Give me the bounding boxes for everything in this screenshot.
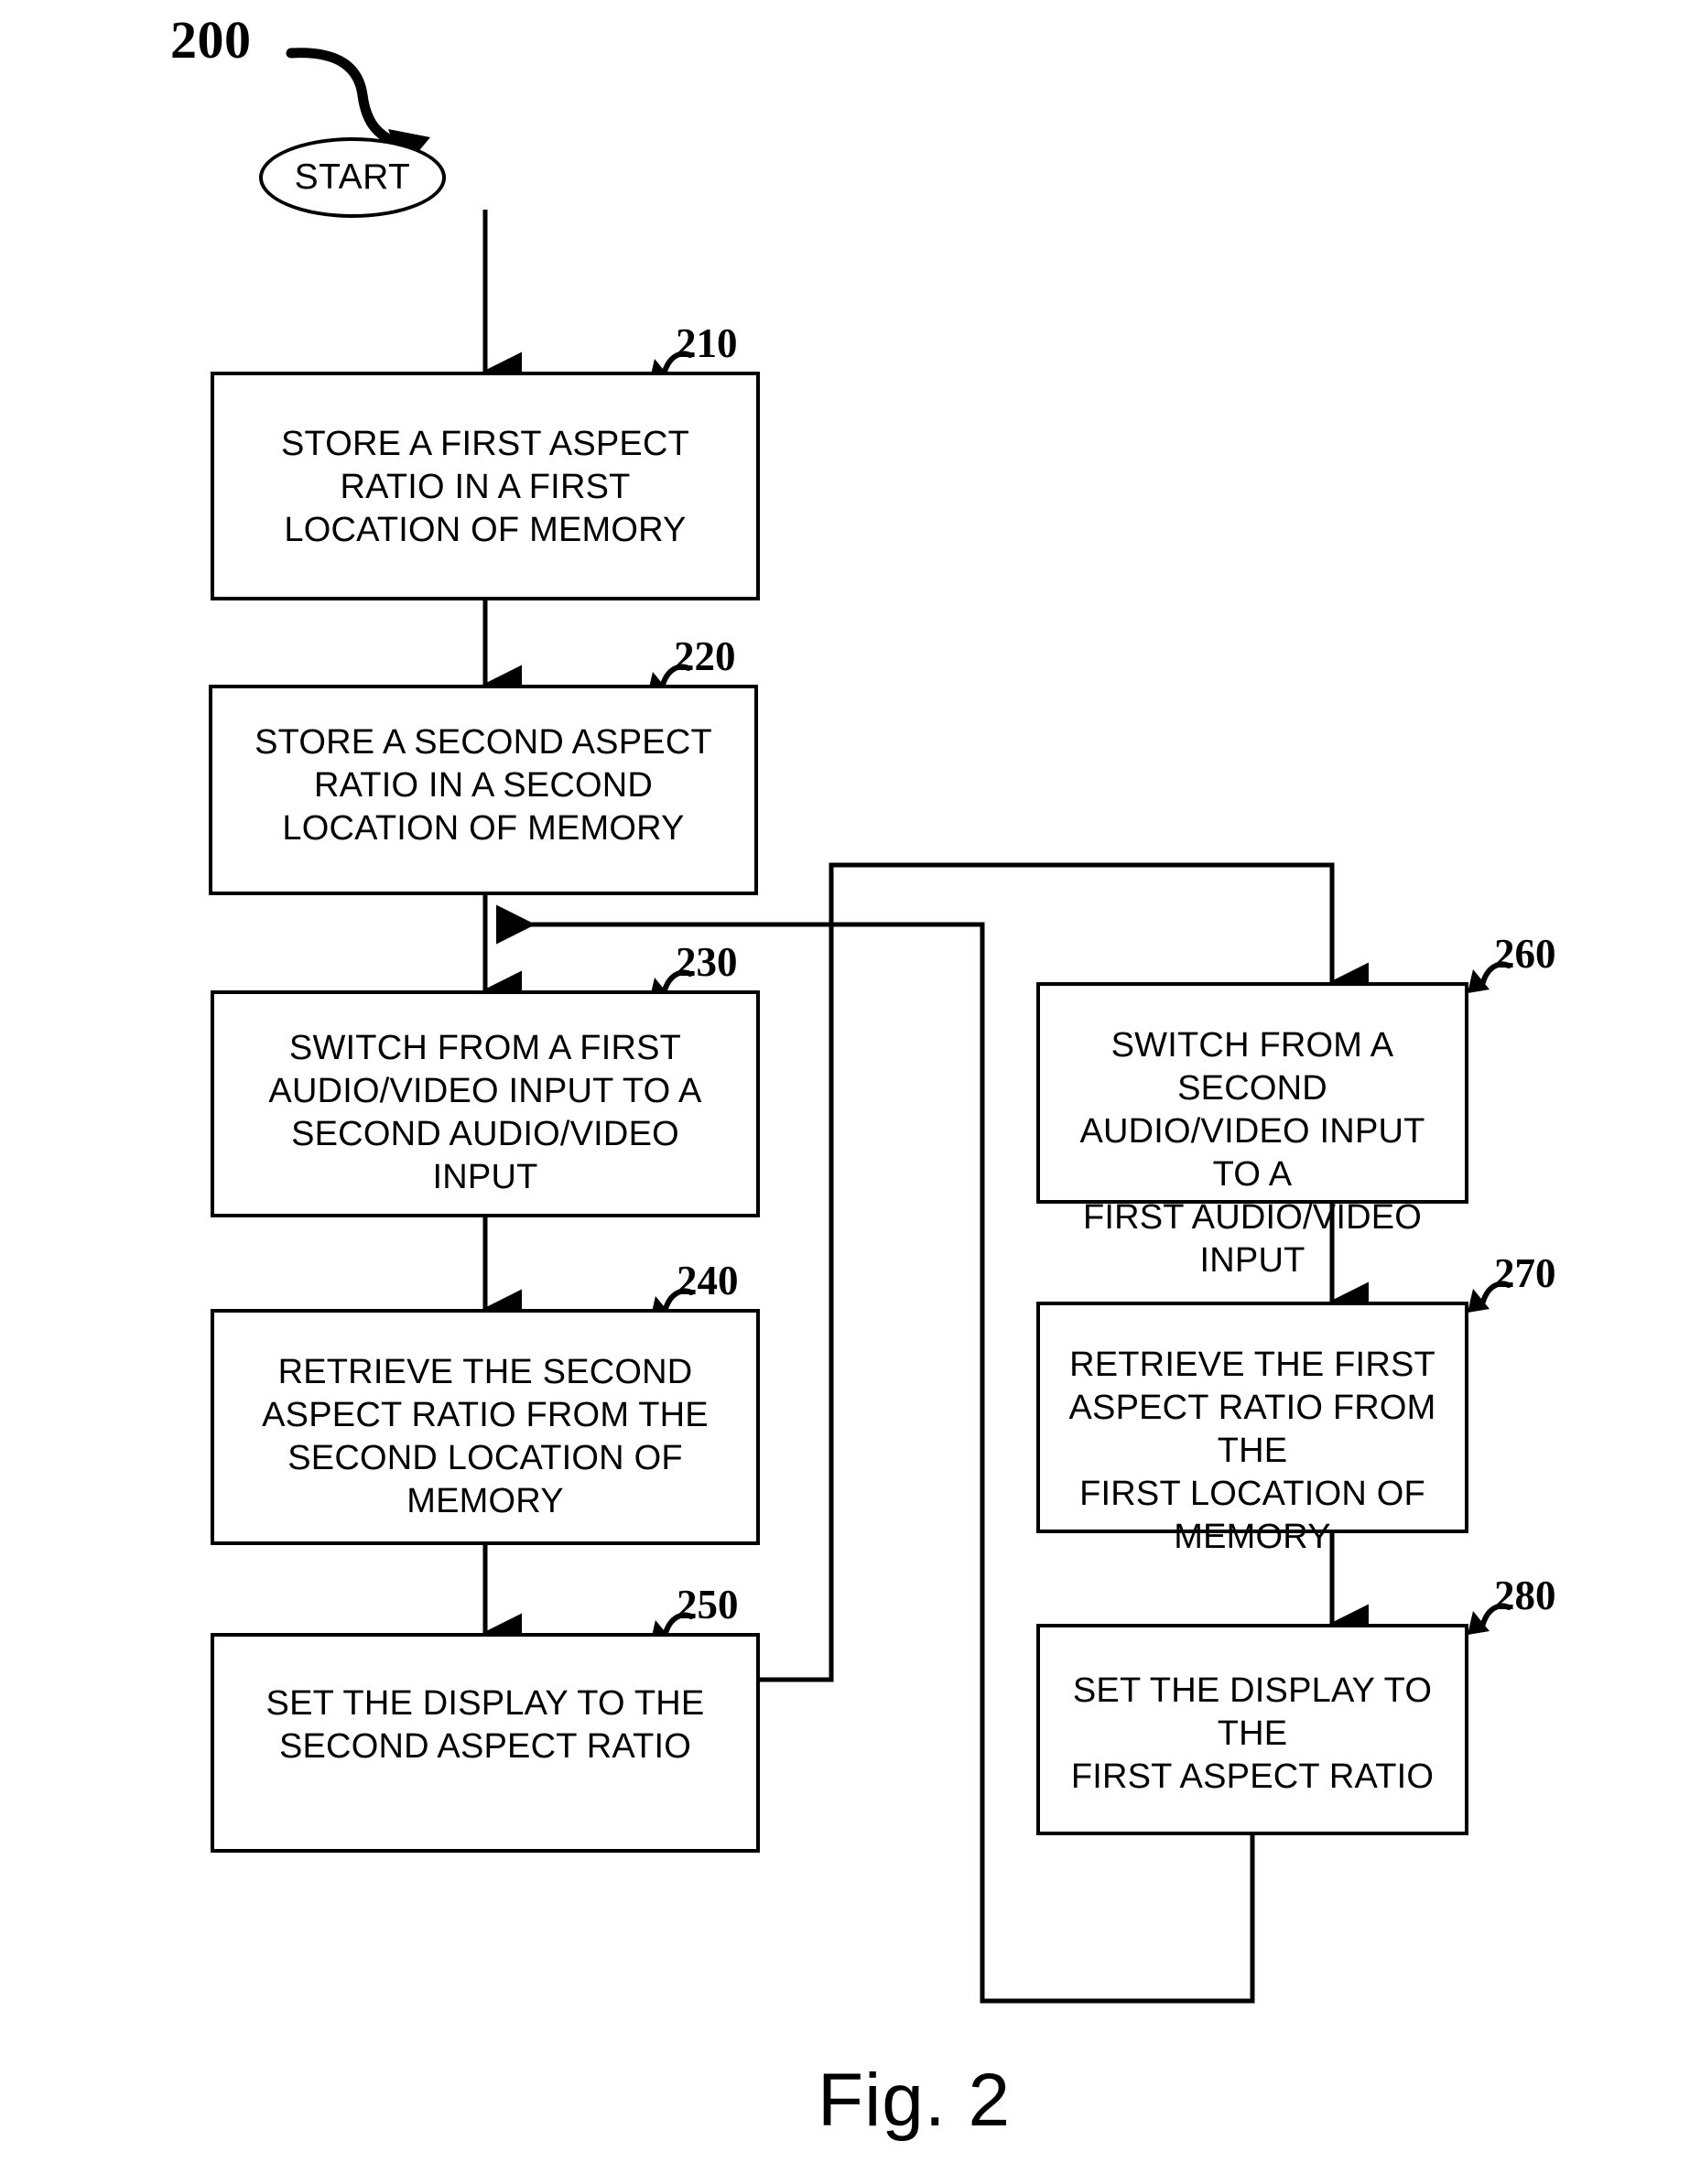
text-line: RATIO IN A SECOND: [313, 766, 654, 805]
text-line: SET THE DISPLAY TO THE: [265, 1684, 705, 1723]
text-line: RETRIEVE THE SECOND: [277, 1353, 693, 1391]
process-box-230-text: SWITCH FROM A FIRST AUDIO/VIDEO INPUT TO…: [214, 1027, 756, 1199]
reference-leader-200: [286, 48, 406, 150]
text-line: RETRIEVE THE FIRST: [1069, 1346, 1435, 1384]
callout-220: 220: [674, 633, 736, 679]
callout-260: 260: [1494, 931, 1556, 977]
terminator-start: START: [259, 137, 446, 218]
text-line: SECOND ASPECT RATIO: [278, 1727, 692, 1766]
process-box-230: SWITCH FROM A FIRST AUDIO/VIDEO INPUT TO…: [211, 990, 760, 1217]
text-line: INPUT: [432, 1158, 538, 1196]
text-line: SET THE DISPLAY TO THE: [1072, 1671, 1433, 1753]
callout-210: 210: [676, 320, 738, 366]
process-box-210-text: STORE A FIRST ASPECT RATIO IN A FIRST LO…: [214, 423, 756, 552]
text-line: FIRST ASPECT RATIO: [1070, 1757, 1435, 1796]
process-box-270: RETRIEVE THE FIRST ASPECT RATIO FROM THE…: [1036, 1302, 1468, 1556]
process-box-240-text: RETRIEVE THE SECOND ASPECT RATIO FROM TH…: [214, 1351, 756, 1523]
process-box-240: RETRIEVE THE SECOND ASPECT RATIO FROM TH…: [211, 1309, 760, 1545]
callout-240: 240: [677, 1258, 739, 1303]
callout-280: 280: [1494, 1573, 1556, 1618]
callout-230: 230: [676, 939, 738, 985]
text-line: ASPECT RATIO FROM THE: [262, 1396, 709, 1434]
callout-270: 270: [1494, 1250, 1556, 1296]
text-line: AUDIO/VIDEO INPUT TO A: [1079, 1112, 1425, 1194]
text-line: STORE A FIRST ASPECT: [280, 425, 690, 463]
process-box-220-text: STORE A SECOND ASPECT RATIO IN A SECOND …: [212, 721, 754, 850]
process-box-250-text: SET THE DISPLAY TO THE SECOND ASPECT RAT…: [214, 1682, 756, 1768]
text-line: FIRST AUDIO/VIDEO INPUT: [1082, 1198, 1423, 1280]
process-box-270-text: RETRIEVE THE FIRST ASPECT RATIO FROM THE…: [1040, 1344, 1465, 1559]
text-line: MEMORY: [1174, 1518, 1331, 1556]
text-line: FIRST LOCATION OF: [1079, 1475, 1425, 1513]
text-line: SECOND AUDIO/VIDEO: [291, 1115, 679, 1153]
text-line: LOCATION OF MEMORY: [284, 511, 687, 549]
callout-250: 250: [677, 1582, 739, 1627]
figure-caption: Fig. 2: [818, 2059, 1012, 2142]
text-line: ASPECT RATIO FROM THE: [1068, 1389, 1436, 1470]
patent-figure-page: 200 START STORE A FIRST ASPECT RATIO IN …: [0, 0, 1690, 2184]
text-line: AUDIO/VIDEO INPUT TO A: [268, 1072, 702, 1110]
text-line: SWITCH FROM A SECOND: [1110, 1026, 1394, 1108]
text-line: SWITCH FROM A FIRST: [288, 1029, 682, 1067]
process-box-260-text: SWITCH FROM A SECOND AUDIO/VIDEO INPUT T…: [1040, 1024, 1465, 1282]
process-box-220: STORE A SECOND ASPECT RATIO IN A SECOND …: [209, 685, 758, 895]
process-box-280: SET THE DISPLAY TO THE FIRST ASPECT RATI…: [1036, 1624, 1468, 1835]
process-box-260: SWITCH FROM A SECOND AUDIO/VIDEO INPUT T…: [1036, 982, 1468, 1280]
text-line: STORE A SECOND ASPECT: [255, 723, 712, 762]
text-line: MEMORY: [406, 1482, 564, 1520]
text-line: SECOND LOCATION OF: [287, 1439, 683, 1477]
process-box-210: STORE A FIRST ASPECT RATIO IN A FIRST LO…: [211, 372, 760, 600]
text-line: LOCATION OF MEMORY: [282, 809, 685, 848]
figure-reference-numeral: 200: [170, 10, 252, 70]
process-box-250: SET THE DISPLAY TO THE SECOND ASPECT RAT…: [211, 1633, 760, 1853]
text-line: RATIO IN A FIRST: [340, 468, 631, 506]
process-box-280-text: SET THE DISPLAY TO THE FIRST ASPECT RATI…: [1040, 1670, 1465, 1799]
terminator-start-label: START: [294, 157, 411, 197]
